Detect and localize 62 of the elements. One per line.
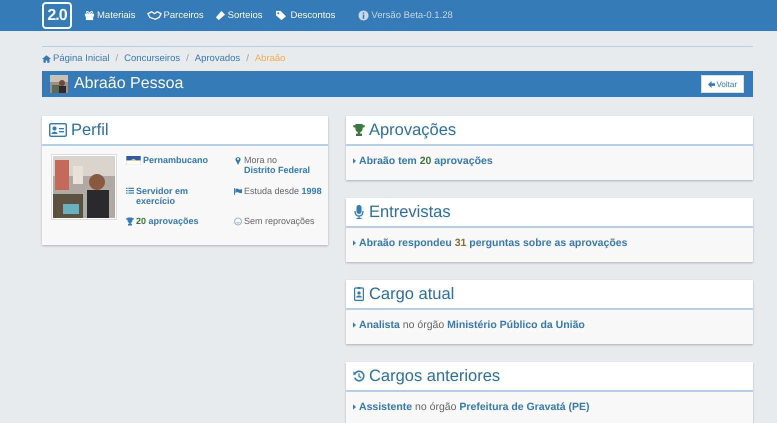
panel-line: Analista no órgão Ministério Público da União <box>359 319 585 331</box>
gift-icon <box>84 10 95 21</box>
link[interactable]: Prefeitura de Gravatá (PE) <box>459 401 590 413</box>
profile-detail: Mora no Distrito Federal <box>244 155 312 176</box>
link[interactable]: Ministério Público da União <box>447 319 585 331</box>
history-icon <box>353 369 365 383</box>
version-info: Versão Beta-0.1.28 <box>358 10 453 21</box>
smiley-icon <box>234 217 242 226</box>
profile-detail: 20 aprovações <box>136 216 199 227</box>
caret-right-icon <box>353 158 356 164</box>
id-badge-icon <box>353 287 365 301</box>
nav-link[interactable]: Descontos <box>274 10 336 21</box>
nav-link[interactable]: Materiais <box>84 10 136 21</box>
profile-name: Abraão Pessoa <box>74 75 184 93</box>
trophy-icon <box>126 217 134 226</box>
breadcrumb-separator: / <box>186 53 189 64</box>
panel-title: Perfil <box>71 120 109 140</box>
caret-right-icon <box>353 322 356 328</box>
microphone-icon <box>353 205 365 219</box>
back-button[interactable]: Voltar <box>700 75 744 93</box>
logo[interactable]: 2.0 <box>42 2 72 29</box>
link[interactable]: Distrito Federal <box>244 165 310 176</box>
link[interactable]: Analista <box>359 319 400 331</box>
breadcrumb-separator: / <box>246 53 249 64</box>
map-marker-icon <box>234 156 242 165</box>
list-icon <box>126 186 134 196</box>
nav-link[interactable]: Sorteios <box>214 10 263 21</box>
info-icon <box>358 10 370 21</box>
breadcrumb-link[interactable]: Aprovados <box>194 53 240 64</box>
arrow-left-icon <box>708 80 715 88</box>
nav-link[interactable]: Parceiros <box>146 10 204 21</box>
panel-title: Entrevistas <box>369 202 451 222</box>
trophy-icon <box>353 123 365 137</box>
panel-line: Assistente no órgão Prefeitura de Gravatá (PE) <box>359 401 590 413</box>
link[interactable]: Servidor em exercício <box>136 186 224 206</box>
link[interactable]: Abraão tem <box>359 155 420 167</box>
profile-panel: Perfil Pernambucano Mora no Distrito Federal Servidor em exercício Estuda desde 1998 20 aprovações Sem reprovações <box>42 116 328 246</box>
link[interactable]: 1998 <box>302 186 322 196</box>
link[interactable]: Assistente <box>359 401 412 413</box>
link[interactable]: perguntas sobre as aprovações <box>466 237 628 249</box>
breadcrumb-link[interactable]: Concurseiros <box>124 53 180 64</box>
panel-title: Cargos anteriores <box>369 366 500 386</box>
id-card-icon <box>49 123 67 137</box>
panel-line: Abraão respondeu 31 perguntas sobre as aprovações <box>359 237 628 249</box>
breadcrumb-separator: / <box>116 53 118 64</box>
breadcrumb-link[interactable]: Página Inicial <box>53 53 110 64</box>
link[interactable]: Pernambucano <box>143 155 208 166</box>
link[interactable]: Abraão respondeu <box>359 237 455 249</box>
panel-title: Aprovações <box>369 120 456 140</box>
panel-title: Cargo atual <box>369 284 454 304</box>
caret-right-icon <box>353 404 356 410</box>
home-icon <box>42 54 51 62</box>
handshake-icon <box>146 10 162 21</box>
link[interactable]: aprovações <box>146 216 199 226</box>
panel-line: Abraão tem 20 aprovações <box>359 155 493 167</box>
profile-detail: Estuda desde 1998 <box>244 186 322 196</box>
flag-icon <box>234 186 242 196</box>
caret-right-icon <box>353 240 356 246</box>
link[interactable]: aprovações <box>431 155 493 167</box>
ticket-icon <box>214 10 226 21</box>
flag-icon <box>126 156 141 165</box>
tag-icon <box>274 10 289 21</box>
